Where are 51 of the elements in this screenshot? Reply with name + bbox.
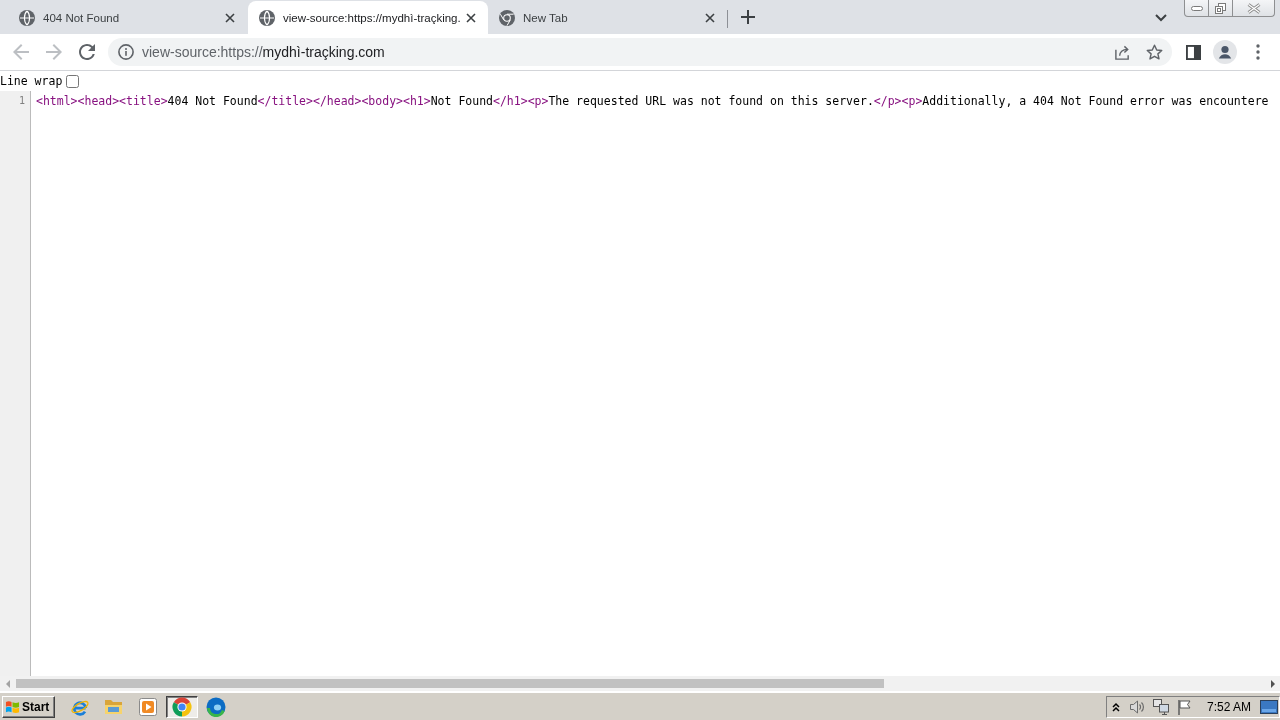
horizontal-scrollbar[interactable] (0, 676, 1280, 691)
close-icon (225, 12, 235, 23)
share-icon (1113, 43, 1131, 61)
restore-button[interactable] (1208, 0, 1233, 17)
forward-arrow-icon (46, 44, 62, 60)
browser-tab[interactable]: 404 Not Found (8, 1, 248, 34)
network-icon[interactable] (1153, 698, 1169, 715)
minimize-button[interactable] (1184, 0, 1209, 17)
flag-logo-icon (5, 699, 20, 714)
swirl-logo-icon (206, 696, 226, 717)
folder-icon (104, 697, 124, 716)
back-arrow-icon (13, 44, 29, 60)
close-icon (465, 12, 476, 23)
scrollbar-thumb[interactable] (16, 679, 884, 688)
info-icon (118, 44, 134, 60)
triangle-right-icon (1270, 679, 1275, 688)
start-button[interactable]: Start (2, 695, 55, 718)
line-wrap-checkbox[interactable] (66, 74, 80, 88)
side-panel-icon (1185, 44, 1201, 60)
avatar-icon (1213, 40, 1237, 64)
speaker-icon[interactable] (1129, 698, 1145, 715)
line-number: 1 (18, 95, 25, 106)
triangle-left-icon (5, 679, 10, 688)
address-field[interactable]: view-source:https://mydhì-traçking.com (108, 38, 1172, 66)
globe-icon (19, 9, 35, 26)
double-chevron-up-icon[interactable] (1112, 701, 1120, 712)
clock-text[interactable]: 7:52 AM (1207, 699, 1252, 714)
taskbar-button[interactable] (166, 695, 198, 718)
restore-icon (1215, 2, 1226, 14)
line-wrap-label: Line wrap (0, 74, 63, 88)
close-icon (705, 12, 715, 23)
source-code-line: <html><head><title>404 Not Found</title></head><body><h1>Not Found</h1><p>The requested URL was not found on this server.</p><p>Additionally, a 404 Not Found error was encountere (36, 93, 1269, 108)
star-icon (1145, 43, 1163, 61)
dots-menu-icon (1256, 44, 1260, 60)
plus-icon (741, 10, 755, 24)
reload-icon (79, 44, 95, 60)
browser-tab[interactable]: view-source:https://mydhì-traçking. (248, 1, 488, 34)
url-text[interactable]: view-source:https://mydhì-traçking.com (142, 44, 385, 60)
round-logo-icon (172, 696, 192, 717)
circle-logo-icon (499, 9, 515, 26)
close-icon (1246, 2, 1261, 14)
show-desktop-icon[interactable] (1260, 699, 1279, 714)
play-icon (139, 697, 157, 716)
globe-icon (259, 9, 275, 26)
flag-icon[interactable] (1177, 698, 1193, 715)
browser-tab[interactable]: New Tab (488, 1, 728, 34)
profile-button[interactable] (1211, 38, 1239, 66)
chevron-down-icon (1155, 14, 1167, 22)
close-window-button[interactable] (1232, 0, 1275, 17)
minimize-icon (1190, 5, 1203, 11)
site-info-button[interactable] (116, 42, 136, 62)
